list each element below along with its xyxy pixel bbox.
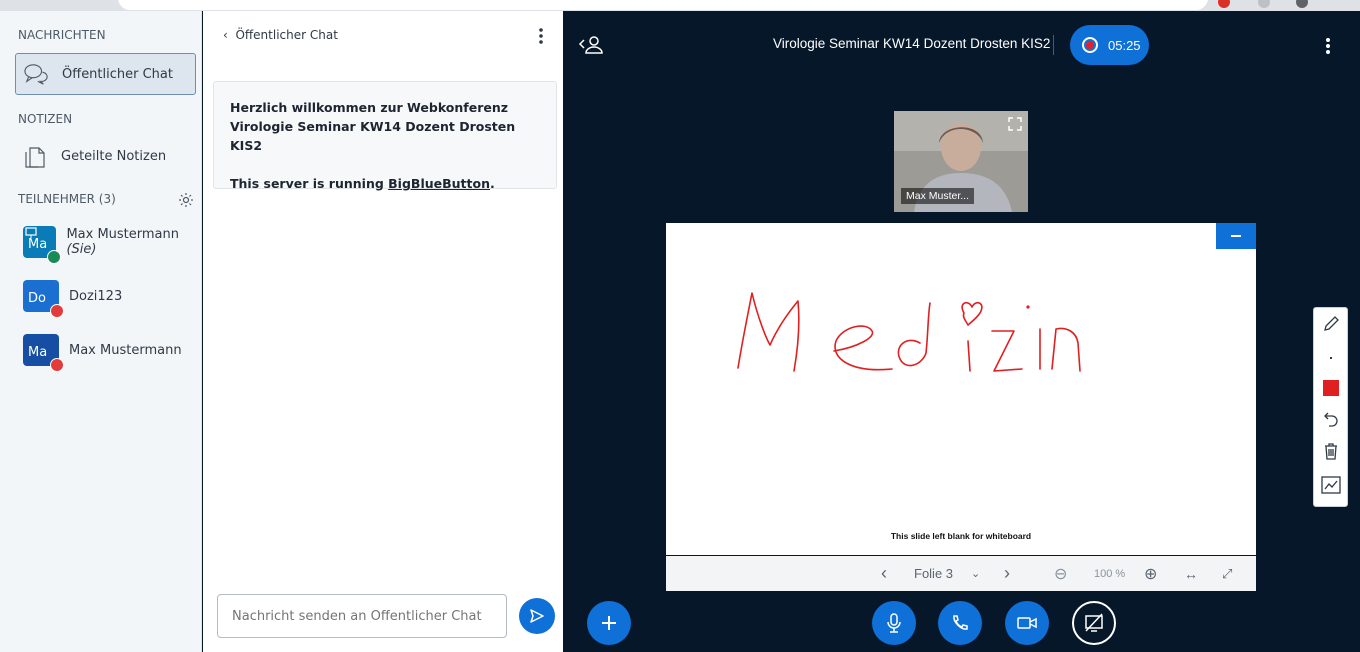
participant-name: Max Mustermann bbox=[69, 342, 182, 358]
trash-icon[interactable] bbox=[1314, 435, 1347, 467]
options-menu-icon[interactable] bbox=[1323, 35, 1333, 57]
avatar: Ma bbox=[23, 334, 64, 372]
recording-time: 05:25 bbox=[1108, 37, 1141, 53]
webcam-video[interactable]: Max Muster... bbox=[894, 111, 1028, 212]
chat-message-input[interactable] bbox=[217, 594, 507, 638]
divider bbox=[1053, 35, 1054, 55]
chat-header[interactable]: ‹ Öffentlicher Chat bbox=[223, 28, 338, 42]
fit-width-icon[interactable]: ↔ bbox=[1184, 566, 1198, 582]
whiteboard-slide[interactable]: This slide left blank for whiteboard bbox=[666, 223, 1256, 555]
webcam-button[interactable] bbox=[1005, 601, 1049, 645]
browser-toolbar bbox=[0, 0, 1360, 11]
chat-panel: ‹ Öffentlicher Chat Herzlich willkommen … bbox=[203, 11, 563, 652]
avatar-initials: Do bbox=[28, 291, 46, 306]
extension-icon[interactable] bbox=[1218, 0, 1230, 8]
chat-title: Öffentlicher Chat bbox=[235, 28, 338, 42]
multi-user-whiteboard-icon[interactable] bbox=[1314, 469, 1347, 501]
actions-button[interactable] bbox=[587, 601, 631, 645]
public-chat-label: Öffentlicher Chat bbox=[62, 66, 173, 82]
presentation-toolbar: ‹ Folie 3 ⌄ › ⊖ 100 % ⊕ ↔ ⤢ bbox=[666, 556, 1256, 591]
shared-notes-label: Geteilte Notizen bbox=[61, 148, 167, 164]
zoom-level: 100 % bbox=[1094, 567, 1126, 580]
zoom-out-icon[interactable]: ⊖ bbox=[1054, 564, 1067, 584]
address-bar[interactable] bbox=[118, 0, 1208, 10]
thickness-icon[interactable] bbox=[1314, 342, 1347, 374]
public-chat-item[interactable]: Öffentlicher Chat bbox=[15, 53, 196, 95]
chevron-down-icon[interactable]: ⌄ bbox=[971, 567, 980, 580]
phone-icon bbox=[953, 615, 968, 630]
participant-name: Max Mustermann (Sie) bbox=[66, 227, 179, 257]
participant-row[interactable]: Do Dozi123 bbox=[23, 278, 123, 318]
profile-icon[interactable] bbox=[1296, 0, 1308, 8]
messages-section-title: NACHRICHTEN bbox=[18, 28, 106, 42]
screenshare-off-icon bbox=[1085, 613, 1103, 632]
chevron-left-icon: ‹ bbox=[223, 28, 228, 42]
color-picker-icon[interactable] bbox=[1314, 372, 1347, 404]
avatar: Ma bbox=[23, 226, 62, 264]
camera-icon bbox=[1017, 617, 1037, 629]
slide-selector[interactable]: Folie 3 bbox=[914, 566, 953, 581]
minus-icon bbox=[1231, 235, 1241, 237]
participant-row[interactable]: Ma Max Mustermann bbox=[23, 332, 182, 372]
fullscreen-icon[interactable]: ⤢ bbox=[1222, 566, 1232, 582]
avatar: Do bbox=[23, 280, 64, 318]
welcome-text: Herzlich willkommen zur Webkonferenz Vir… bbox=[230, 100, 516, 153]
chat-bubbles-icon bbox=[24, 62, 48, 86]
microphone-button[interactable] bbox=[872, 601, 916, 645]
send-button[interactable] bbox=[519, 598, 555, 634]
webcam-username: Max Muster... bbox=[901, 188, 975, 204]
send-icon bbox=[530, 609, 544, 623]
recording-indicator[interactable]: 05:25 bbox=[1070, 25, 1149, 65]
participant-name: Dozi123 bbox=[69, 288, 123, 304]
presentation-area: Virologie Seminar KW14 Dozent Drosten KI… bbox=[563, 11, 1360, 652]
slide-caption: This slide left blank for whiteboard bbox=[890, 531, 1032, 541]
user-list-panel: NACHRICHTEN Öffentlicher Chat NOTIZEN Ge… bbox=[0, 11, 202, 652]
meeting-title: Virologie Seminar KW14 Dozent Drosten KI… bbox=[773, 36, 1051, 51]
next-slide-icon[interactable]: › bbox=[1004, 563, 1010, 584]
muted-microphone-icon bbox=[50, 358, 64, 372]
microphone-icon bbox=[887, 613, 901, 633]
shared-notes-item[interactable]: Geteilte Notizen bbox=[15, 135, 196, 177]
presenter-icon bbox=[25, 227, 37, 238]
pencil-icon[interactable] bbox=[1314, 308, 1347, 340]
plus-icon bbox=[602, 616, 616, 630]
handwriting-drawing[interactable] bbox=[666, 223, 1256, 523]
participants-section-title: TEILNEHMER (3) bbox=[18, 192, 116, 206]
bigbluebutton-link[interactable]: BigBlueButton bbox=[388, 176, 490, 191]
extension-icon[interactable] bbox=[1258, 0, 1270, 8]
toggle-userlist-icon[interactable] bbox=[578, 35, 604, 55]
welcome-message: Herzlich willkommen zur Webkonferenz Vir… bbox=[213, 81, 557, 191]
microphone-icon bbox=[47, 250, 62, 264]
server-info: This server is running BigBlueButton. bbox=[230, 176, 495, 191]
annotation-toolbar bbox=[1313, 307, 1348, 507]
more-options-icon[interactable] bbox=[533, 25, 549, 47]
audio-phone-button[interactable] bbox=[938, 601, 982, 645]
previous-slide-icon[interactable]: ‹ bbox=[881, 563, 887, 584]
screenshare-button[interactable] bbox=[1072, 601, 1116, 645]
zoom-in-icon[interactable]: ⊕ bbox=[1144, 564, 1157, 584]
participant-row[interactable]: Ma Max Mustermann (Sie) bbox=[23, 224, 201, 264]
muted-microphone-icon bbox=[50, 304, 64, 318]
notes-section-title: NOTIZEN bbox=[18, 112, 73, 126]
fullscreen-icon[interactable] bbox=[1007, 116, 1023, 132]
document-icon bbox=[23, 144, 47, 168]
avatar-initials: Ma bbox=[28, 345, 48, 360]
record-icon bbox=[1082, 37, 1098, 53]
minimize-presentation-button[interactable] bbox=[1216, 223, 1256, 249]
undo-icon[interactable] bbox=[1314, 403, 1347, 435]
avatar-initials: Ma bbox=[28, 237, 48, 252]
gear-icon[interactable] bbox=[178, 192, 194, 208]
